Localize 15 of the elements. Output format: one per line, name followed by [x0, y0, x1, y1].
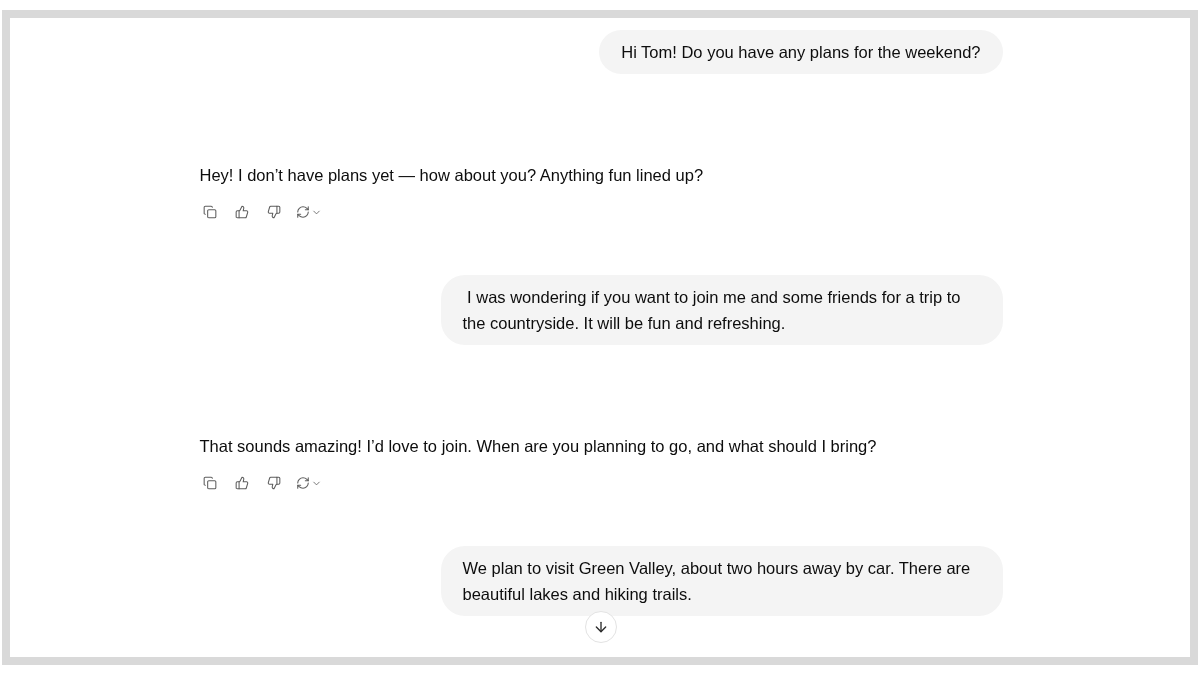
thumbs-down-icon	[266, 476, 281, 490]
scroll-down-button[interactable]	[585, 611, 617, 643]
refresh-icon	[295, 205, 310, 219]
arrow-down-icon	[593, 619, 609, 635]
assistant-message: Hey! I don’t have plans yet — how about you? Anything fun lined up?	[199, 165, 705, 186]
user-message: I was wondering if you want to join me and some friends for a trip to the countryside. It will be fun and refreshing.	[440, 275, 1003, 345]
user-message: We plan to visit Green Valley, about two hours away by car. There are beautiful lakes and hiking trails.	[440, 546, 1003, 616]
refresh-icon	[295, 476, 310, 490]
thumbs-up-icon	[234, 205, 249, 219]
thumbs-down-icon	[266, 205, 281, 219]
copy-icon	[202, 205, 217, 219]
copy-icon	[202, 476, 217, 490]
user-message: Hi Tom! Do you have any plans for the weekend?	[599, 30, 1003, 74]
thumbs-up-icon	[234, 476, 249, 490]
assistant-message: That sounds amazing! I’d love to join. When are you planning to go, and what should I bring?	[199, 436, 878, 457]
